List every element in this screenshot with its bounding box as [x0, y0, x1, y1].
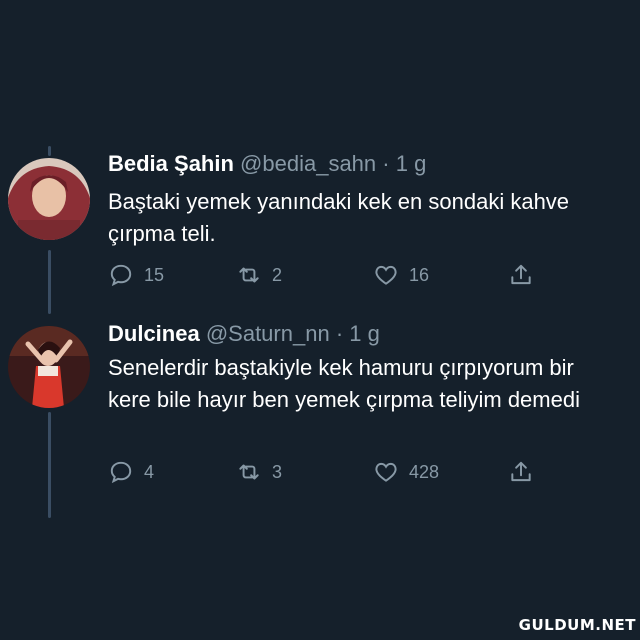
user-handle[interactable]: @Saturn_nn — [206, 321, 330, 346]
retweet-count: 2 — [272, 264, 283, 285]
share-button[interactable] — [508, 262, 534, 288]
heart-icon — [375, 265, 397, 285]
reply-button[interactable]: 4 — [108, 459, 154, 485]
share-button[interactable] — [508, 459, 534, 485]
tweet-time: · 1 g — [382, 151, 427, 176]
avatar[interactable] — [8, 158, 90, 240]
retweet-icon — [239, 464, 259, 480]
like-count: 428 — [409, 461, 440, 482]
tweet-header: Dulcinea @Saturn_nn · 1 g — [108, 321, 380, 347]
like-button[interactable]: 16 — [373, 262, 429, 288]
user-name[interactable]: Dulcinea — [108, 321, 200, 346]
tweet-text: Baştaki yemek yanındaki kek en sondaki k… — [108, 189, 570, 246]
user-handle[interactable]: @bedia_sahn — [240, 151, 376, 176]
retweet-button[interactable]: 2 — [236, 262, 282, 288]
thread-line-bottom — [48, 412, 51, 518]
reply-button[interactable]: 15 — [108, 262, 164, 288]
retweet-icon — [239, 267, 259, 283]
like-count: 16 — [409, 264, 430, 285]
reply-count: 4 — [144, 461, 155, 482]
thread-line-top — [48, 146, 51, 156]
retweet-button[interactable]: 3 — [236, 459, 282, 485]
tweet-actions: 4 3 428 — [108, 459, 548, 487]
tweet-header: Bedia Şahin @bedia_sahn · 1 g — [108, 151, 426, 177]
tweet-actions: 15 2 16 — [108, 262, 548, 290]
user-name[interactable]: Bedia Şahin — [108, 151, 234, 176]
like-button[interactable]: 428 — [373, 459, 439, 485]
share-icon — [511, 461, 531, 482]
tweet-time: · 1 g — [335, 321, 380, 346]
thread-line-middle — [48, 250, 51, 314]
reply-icon — [110, 461, 132, 484]
heart-icon — [375, 462, 397, 482]
watermark: GULDUM.NET — [518, 616, 636, 634]
tweet-text: Senelerdir baştakiyle kek hamuru çırpıyo… — [108, 355, 580, 412]
retweet-count: 3 — [272, 461, 283, 482]
share-icon — [511, 264, 531, 285]
reply-count: 15 — [144, 264, 165, 285]
reply-icon — [110, 264, 132, 287]
avatar[interactable] — [8, 326, 90, 408]
